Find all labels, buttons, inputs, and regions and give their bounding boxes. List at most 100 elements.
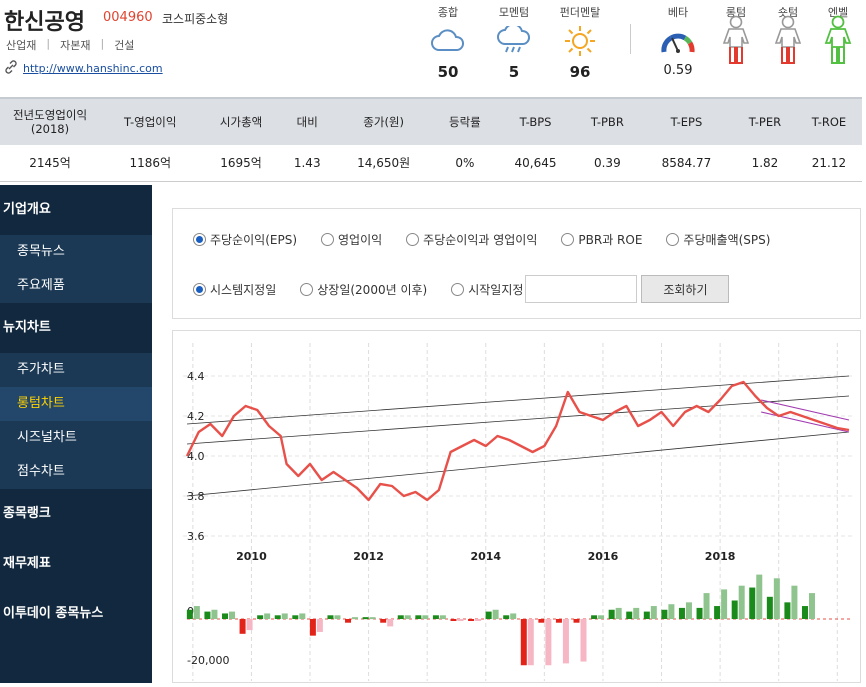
metric-fundamental: 펀더멘탈 96: [550, 4, 610, 81]
radio-label: PBR과 ROE: [578, 233, 643, 247]
radio-start-date[interactable]: 시작일지정: [451, 281, 523, 298]
radio-dot[interactable]: [193, 282, 206, 296]
divider: |: [100, 37, 105, 50]
metric-momentum: 모멘텀 5: [484, 4, 544, 81]
eps-bar: [538, 619, 545, 623]
radio-dot[interactable]: [406, 233, 420, 246]
sidebar-item-products[interactable]: 주요제품: [0, 269, 152, 303]
start-date-input[interactable]: [525, 275, 638, 303]
col-header: T-영업이익: [100, 97, 201, 145]
eps-bar: [316, 619, 323, 632]
radio-label: 시스템지정일: [210, 282, 277, 297]
eps-bar: [801, 606, 808, 619]
radio-listing-date[interactable]: 상장일(2000년 이후): [300, 281, 427, 298]
radio-label: 주당매출액(SPS): [683, 233, 771, 247]
metric-value: 0.59: [663, 63, 693, 78]
search-button[interactable]: 조회하기: [641, 275, 730, 303]
sidebar-section-etoday-news[interactable]: 이투데이 종목뉴스: [0, 589, 152, 639]
eps-bar: [598, 615, 605, 619]
metric-label: 모멘텀: [498, 6, 530, 19]
cell-value: 21.12: [795, 145, 862, 182]
radio-dot[interactable]: [321, 233, 334, 246]
sidebar-section-charts[interactable]: 뉴지차트: [0, 303, 152, 353]
industry-tag: 건설: [114, 39, 135, 52]
col-header: T-BPS: [495, 97, 576, 145]
eps-bar: [457, 619, 464, 621]
sidebar-section-overview[interactable]: 기업개요: [0, 185, 152, 235]
radio-operating-profit[interactable]: 영업이익: [321, 231, 382, 248]
person-icon: [808, 15, 866, 64]
bar-y-label: -20,000: [187, 654, 229, 667]
radio-dot[interactable]: [451, 282, 465, 296]
stock-code: 004960: [103, 10, 153, 25]
metric-value: 50: [437, 63, 459, 81]
cell-value: 1695억: [200, 145, 282, 182]
eps-bar: [404, 615, 411, 619]
eps-bar: [555, 619, 562, 623]
col-header: T-EPS: [638, 97, 734, 145]
figure-longterm: 롱텀: [706, 4, 766, 64]
eps-bar: [773, 578, 780, 619]
radio-dot[interactable]: [561, 233, 575, 246]
metric-label: 베타: [667, 6, 689, 19]
radio-system-date[interactable]: 시스템지정일: [193, 281, 276, 298]
metric-beta: 베타 0.59: [648, 4, 708, 78]
eps-bar: [387, 619, 394, 627]
sidebar-item-seasonal-chart[interactable]: 시즈널차트: [0, 421, 152, 455]
eps-bar: [608, 609, 615, 619]
sidebar-item-score-chart[interactable]: 점수차트: [0, 455, 152, 489]
eps-bar: [573, 619, 580, 623]
eps-bar: [345, 619, 352, 623]
radio-dot[interactable]: [193, 233, 206, 246]
eps-bar: [193, 606, 200, 619]
col-header: T-PBR: [575, 97, 639, 145]
sidebar-item-news[interactable]: 종목뉴스: [0, 235, 152, 269]
eps-bar: [299, 613, 306, 619]
eps-bar: [749, 587, 756, 619]
person-icon: [706, 15, 766, 64]
radio-dot[interactable]: [300, 282, 314, 296]
eps-bar: [808, 593, 815, 619]
eps-bar: [222, 613, 229, 619]
divider: [630, 24, 631, 54]
y-tick-label: 3.6: [187, 530, 205, 543]
eps-bar: [731, 600, 738, 619]
eps-bar: [520, 619, 527, 666]
eps-bar: [503, 615, 510, 619]
radio-dot[interactable]: [666, 233, 680, 246]
eps-bar: [292, 615, 299, 619]
radio-eps[interactable]: 주당순이익(EPS): [193, 231, 297, 248]
col-header: 종가(원): [332, 97, 435, 145]
divider: |: [46, 37, 51, 50]
link-icon: [4, 60, 18, 77]
eps-bar: [485, 611, 492, 619]
company-url[interactable]: http://www.hanshinc.com: [23, 62, 163, 75]
eps-bar: [439, 615, 446, 619]
sidebar-item-longterm-chart[interactable]: 롱텀차트: [0, 387, 152, 421]
metric-value: 96: [569, 63, 591, 81]
radio-eps-and-op[interactable]: 주당순이익과 영업이익: [406, 231, 537, 248]
eps-bar: [450, 619, 457, 621]
y-tick-label: 4.4: [187, 370, 205, 383]
x-tick-label: 2018: [705, 550, 736, 563]
eps-bar: [510, 613, 517, 619]
metric-radio-group: 주당순이익(EPS) 영업이익 주당순이익과 영업이익 PBR과 ROE 주당매…: [193, 231, 794, 248]
eps-bar: [784, 602, 791, 619]
eps-bar: [369, 617, 376, 620]
x-tick-label: 2014: [470, 550, 501, 563]
y-tick-label: 3.8: [187, 490, 205, 503]
company-link[interactable]: http://www.hanshinc.com: [4, 60, 163, 77]
eps-bar: [721, 589, 728, 619]
col-header: 대비: [281, 97, 333, 145]
sidebar-section-financials[interactable]: 재무제표: [0, 539, 152, 589]
eps-bar: [626, 611, 633, 619]
sidebar-item-price-chart[interactable]: 주가차트: [0, 353, 152, 387]
eps-bar: [246, 619, 253, 631]
eps-bar: [527, 619, 534, 666]
cell-value: 2145억: [0, 145, 100, 182]
radio-sps[interactable]: 주당매출액(SPS): [666, 231, 770, 248]
sidebar-section-rank[interactable]: 종목랭크: [0, 489, 152, 539]
eps-bar: [362, 617, 369, 620]
radio-pbr-roe[interactable]: PBR과 ROE: [561, 231, 642, 248]
eps-bar: [678, 607, 685, 619]
